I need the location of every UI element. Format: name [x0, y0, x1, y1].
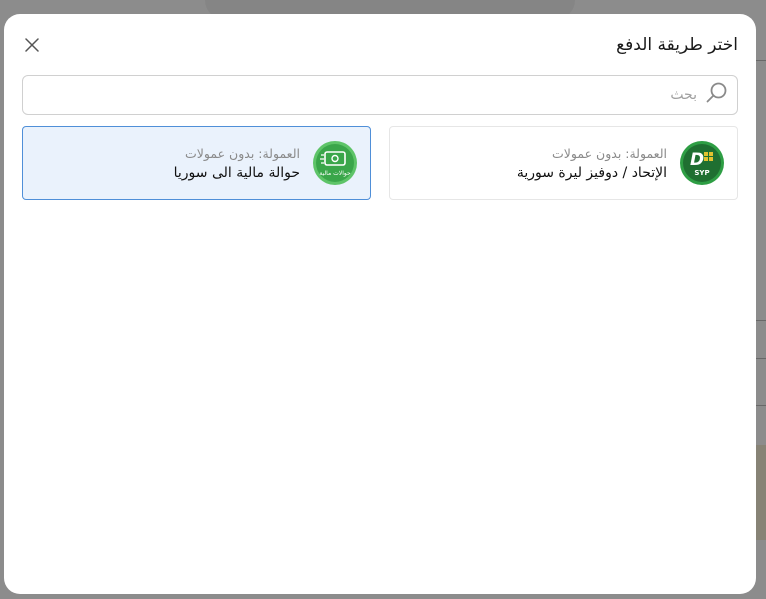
payment-method-info: العمولة: بدون عمولات الإتحاد / دوفيز لير…: [517, 146, 667, 181]
modal-header: اختر طريقة الدفع: [22, 34, 738, 56]
svg-text:D: D: [690, 150, 704, 170]
search-input[interactable]: [31, 87, 697, 103]
payment-method-card-transfer[interactable]: حوالات مالية العمولة: بدون عمولات حوالة …: [22, 126, 371, 200]
payment-method-info: العمولة: بدون عمولات حوالة مالية الى سور…: [174, 146, 300, 181]
payment-method-modal: اختر طريقة الدفع D: [4, 14, 756, 594]
dovizsyp-logo-text: SYP: [694, 169, 709, 177]
search-box: [22, 75, 738, 115]
dovizsyp-logo-icon: D SYP: [679, 140, 725, 186]
money-transfer-logo-text: حوالات مالية: [319, 170, 351, 177]
payment-method-name: الإتحاد / دوفيز ليرة سورية: [516, 164, 667, 181]
money-transfer-logo-icon: حوالات مالية: [312, 140, 358, 186]
close-icon[interactable]: [22, 35, 42, 55]
payment-methods-grid: D SYP العمولة: بدون عمولات الإتحاد / دوف…: [22, 126, 738, 200]
payment-method-name: حوالة مالية الى سوريا: [173, 164, 300, 181]
payment-method-card-doviz[interactable]: D SYP العمولة: بدون عمولات الإتحاد / دوف…: [389, 126, 738, 200]
payment-method-fee: العمولة: بدون عمولات: [185, 145, 300, 161]
payment-method-fee: العمولة: بدون عمولات: [552, 145, 667, 161]
search-icon: [705, 81, 729, 109]
modal-title: اختر طريقة الدفع: [616, 35, 738, 55]
